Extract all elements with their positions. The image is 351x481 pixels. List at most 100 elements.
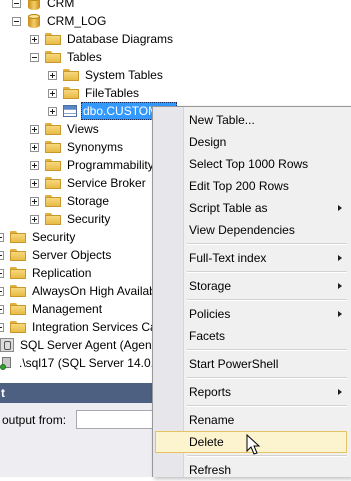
menu-item-label: Rename xyxy=(189,413,235,427)
tree-row-label: SQL Server Agent (Agen xyxy=(20,338,152,352)
collapse-icon[interactable] xyxy=(12,16,21,26)
tree-row-label: Storage xyxy=(67,194,110,208)
folder-icon xyxy=(10,303,26,315)
menu-item-storage[interactable]: Storage xyxy=(155,275,347,297)
expand-icon[interactable] xyxy=(48,88,57,98)
tree-row[interactable]: AlwaysOn High Availabi xyxy=(0,282,161,300)
menu-separator xyxy=(187,455,347,457)
folder-icon xyxy=(45,159,61,171)
tree-row-label: Tables xyxy=(67,50,102,64)
tree-row[interactable]: Security xyxy=(0,228,77,246)
menu-item-rename[interactable]: Rename xyxy=(155,409,347,431)
submenu-arrow-icon xyxy=(338,311,342,317)
menu-item-label: Edit Top 200 Rows xyxy=(189,179,289,193)
output-panel-title: t xyxy=(1,386,5,400)
tree-row[interactable]: Server Objects xyxy=(0,246,113,264)
menu-item-start-powershell[interactable]: Start PowerShell xyxy=(155,353,347,375)
menu-item-script-table-as[interactable]: Script Table as xyxy=(155,197,347,219)
menu-item-design[interactable]: Design xyxy=(155,131,347,153)
context-menu: New Table... Design Select Top 1000 Rows Ed… xyxy=(152,106,351,477)
tree-row-label: Replication xyxy=(32,266,92,280)
server-icon xyxy=(0,356,14,370)
tree-row[interactable]: SQL Server Agent (Agen xyxy=(0,336,154,354)
folder-icon xyxy=(63,69,79,81)
expand-icon[interactable] xyxy=(0,304,4,314)
tree-row[interactable]: Integration Services Cata xyxy=(0,318,169,336)
tree-row[interactable]: Service Broker xyxy=(30,174,148,192)
expand-icon[interactable] xyxy=(30,178,39,188)
tree-row[interactable]: FileTables xyxy=(48,84,141,102)
menu-item-label: Storage xyxy=(189,279,232,293)
tree-row[interactable]: Tables xyxy=(30,48,104,66)
folder-icon xyxy=(45,51,61,63)
menu-item-label: Script Table as xyxy=(189,201,268,215)
menu-item-label: Policies xyxy=(189,307,231,321)
menu-item-select-top-1000-rows[interactable]: Select Top 1000 Rows xyxy=(155,153,347,175)
expand-icon[interactable] xyxy=(30,124,39,134)
expand-icon[interactable] xyxy=(0,232,4,242)
menu-item-reports[interactable]: Reports xyxy=(155,381,347,403)
tree-row-label: CRM xyxy=(47,0,75,10)
sql-agent-icon xyxy=(0,338,14,352)
menu-separator xyxy=(187,377,347,379)
folder-icon xyxy=(10,249,26,261)
tree-row-label: CRM_LOG xyxy=(47,14,107,28)
menu-item-edit-top-200-rows[interactable]: Edit Top 200 Rows xyxy=(155,175,347,197)
menu-item-label: Refresh xyxy=(189,463,232,477)
menu-item-label: Delete xyxy=(189,435,224,449)
menu-item-refresh[interactable]: Refresh xyxy=(155,459,347,481)
menu-separator xyxy=(187,299,347,301)
expand-icon[interactable] xyxy=(48,70,57,80)
tree-row[interactable]: CRM_LOG xyxy=(12,12,108,30)
menu-item-label: Reports xyxy=(189,385,232,399)
menu-item-policies[interactable]: Policies xyxy=(155,303,347,325)
submenu-arrow-icon xyxy=(338,205,342,211)
tree-row[interactable]: Synonyms xyxy=(30,138,125,156)
expand-icon[interactable] xyxy=(30,160,39,170)
tree-row[interactable]: .\sql17 (SQL Server 14.0.100 xyxy=(0,354,176,372)
tree-row-label: AlwaysOn High Availabi xyxy=(32,284,159,298)
menu-item-view-dependencies[interactable]: View Dependencies xyxy=(155,219,347,241)
tree-row-label: System Tables xyxy=(85,68,163,82)
menu-item-label: View Dependencies xyxy=(189,223,295,237)
menu-separator xyxy=(187,271,347,273)
menu-separator xyxy=(187,405,347,407)
expand-icon[interactable] xyxy=(30,214,39,224)
submenu-arrow-icon xyxy=(338,255,342,261)
tree-row[interactable]: Security xyxy=(30,210,112,228)
tree-row[interactable]: Storage xyxy=(30,192,111,210)
tree-row[interactable]: CRM xyxy=(12,0,76,12)
expand-icon[interactable] xyxy=(0,286,4,296)
tree-row-label: Management xyxy=(32,302,103,316)
tree-row[interactable]: Database Diagrams xyxy=(30,30,175,48)
folder-icon xyxy=(45,213,61,225)
collapse-icon[interactable] xyxy=(30,52,39,62)
tree-row-label: Database Diagrams xyxy=(67,32,174,46)
folder-icon xyxy=(45,177,61,189)
folder-icon xyxy=(10,285,26,297)
tree-row[interactable]: Views xyxy=(30,120,101,138)
menu-item-full-text-index[interactable]: Full-Text index xyxy=(155,247,347,269)
tree-row[interactable]: Programmability xyxy=(30,156,156,174)
menu-item-facets[interactable]: Facets xyxy=(155,325,347,347)
tree-row[interactable]: Management xyxy=(0,300,104,318)
expand-icon[interactable] xyxy=(0,250,4,260)
expand-icon[interactable] xyxy=(0,268,4,278)
expand-icon[interactable] xyxy=(48,106,57,116)
expand-icon[interactable] xyxy=(30,142,39,152)
expand-icon[interactable] xyxy=(30,34,39,44)
tree-row-label: Integration Services Cata xyxy=(32,320,167,334)
folder-icon xyxy=(45,141,61,153)
submenu-arrow-icon xyxy=(338,389,342,395)
folder-icon xyxy=(10,321,26,333)
folder-icon xyxy=(10,267,26,279)
tree-row-label: Security xyxy=(67,212,111,226)
collapse-icon[interactable] xyxy=(12,0,21,8)
tree-row[interactable]: Replication xyxy=(0,264,93,282)
menu-item-new-table[interactable]: New Table... xyxy=(155,109,347,131)
submenu-arrow-icon xyxy=(338,283,342,289)
expand-icon[interactable] xyxy=(0,322,4,332)
tree-row[interactable]: System Tables xyxy=(48,66,165,84)
folder-icon xyxy=(10,231,26,243)
expand-icon[interactable] xyxy=(30,196,39,206)
